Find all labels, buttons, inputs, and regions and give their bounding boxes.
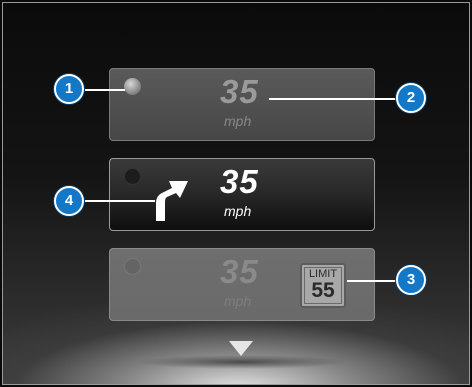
speed-panel-2[interactable]: 35 mph (109, 158, 375, 231)
indicator-dot-icon (124, 78, 141, 95)
callout-badge-3: 3 (396, 265, 426, 295)
callout-line-2 (269, 98, 397, 100)
callout-badge-1: 1 (54, 74, 84, 104)
speed-value: 35 (220, 163, 259, 200)
indicator-dot-icon (124, 168, 141, 185)
callout-line-4 (85, 200, 155, 202)
callout-line-3 (347, 280, 397, 282)
menu-shadow (137, 355, 347, 369)
turn-right-arrow-icon (156, 181, 188, 221)
callout-badge-2: 2 (396, 83, 426, 113)
callout-badge-4: 4 (54, 186, 84, 216)
indicator-dot-icon (124, 258, 141, 275)
speed-limit-sign-border (304, 267, 342, 304)
down-triangle-icon[interactable] (229, 341, 253, 356)
display-screen: 35 mph 35 mph 35 mph LIMIT 55 1 2 3 4 (2, 2, 470, 385)
callout-line-1 (85, 89, 125, 91)
speed-value: 35 (220, 253, 259, 290)
speed-limit-sign: LIMIT 55 (300, 263, 346, 308)
speed-panel-1[interactable]: 35 mph (109, 68, 375, 141)
speed-unit: mph (224, 293, 252, 309)
speed-panel-3[interactable]: 35 mph LIMIT 55 (109, 248, 375, 321)
speed-unit: mph (224, 113, 252, 129)
speed-unit: mph (224, 203, 252, 219)
speed-value: 35 (220, 73, 259, 110)
